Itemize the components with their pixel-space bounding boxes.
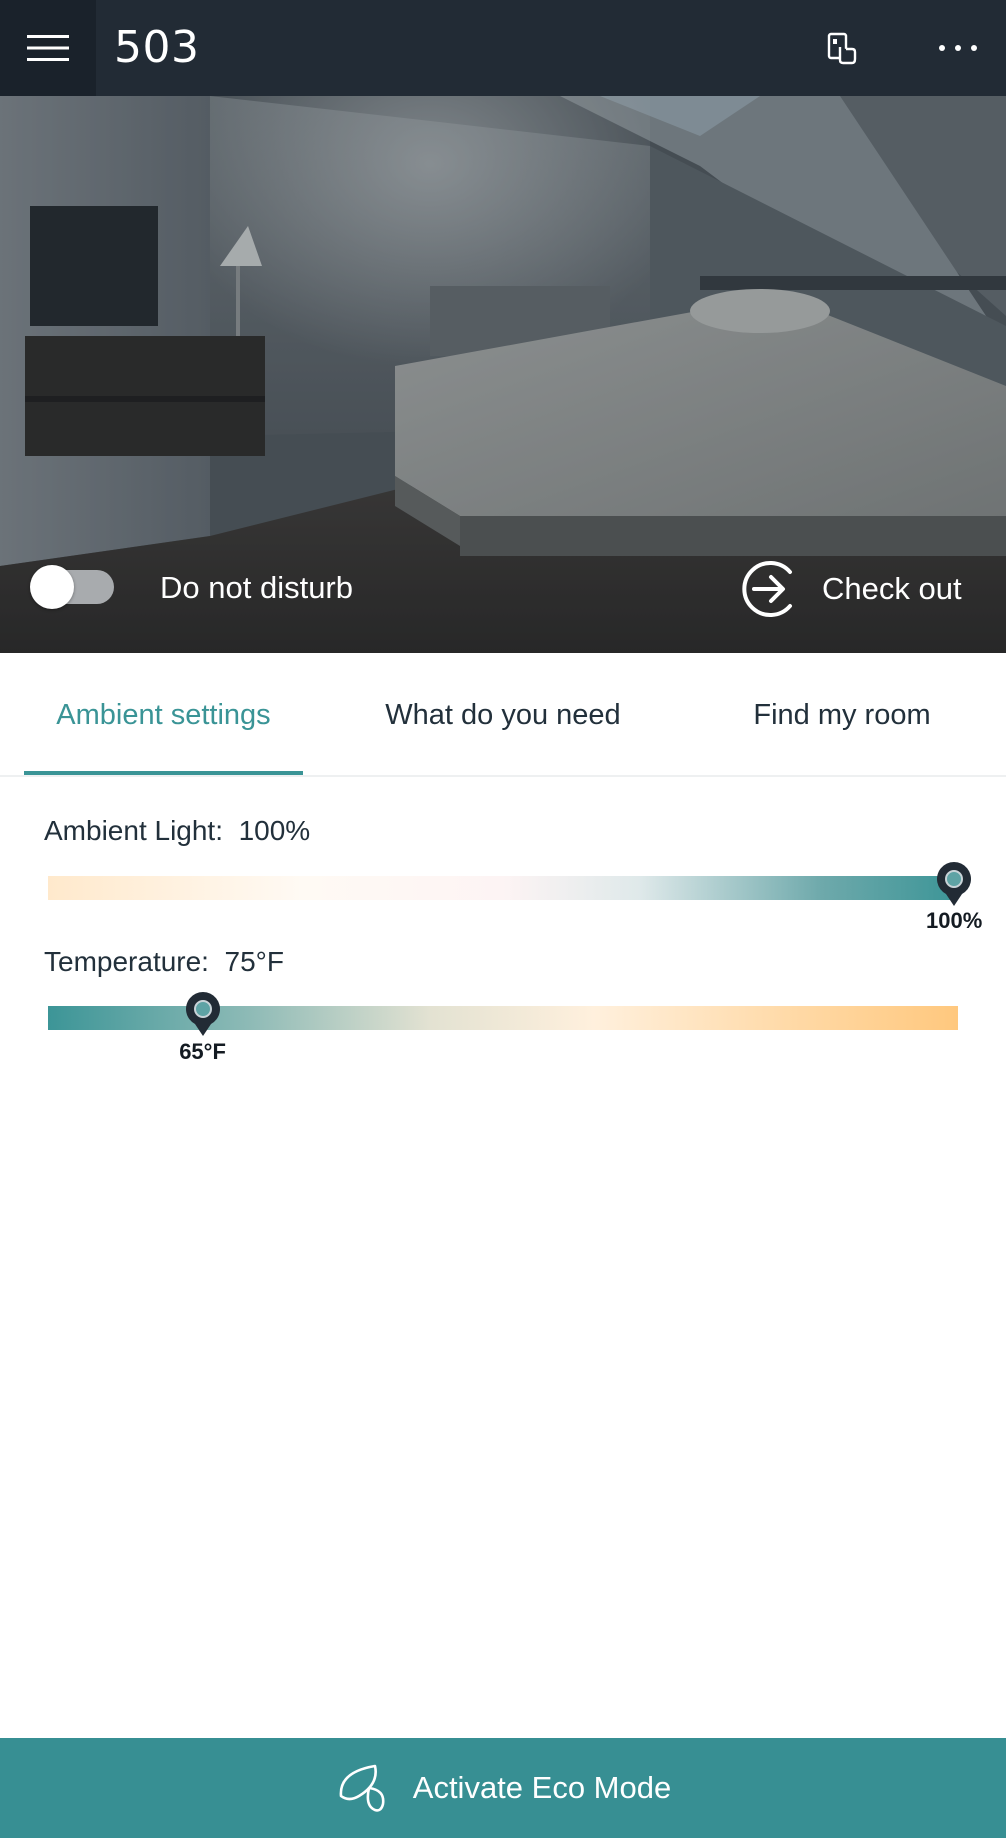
room-number-title: 503	[114, 22, 200, 73]
ambient-light-slider-thumb[interactable]	[934, 860, 974, 908]
temperature-value: 75°F	[224, 946, 284, 977]
toggle-knob	[30, 565, 74, 609]
temperature-slider-thumb[interactable]	[183, 990, 223, 1038]
room-hero-image: Do not disturb Check out	[0, 96, 1006, 653]
check-out-button[interactable]: Check out	[740, 558, 962, 620]
do-not-disturb-label: Do not disturb	[160, 570, 353, 605]
hamburger-menu-icon[interactable]	[0, 0, 96, 96]
temperature-label: Temperature: 75°F	[44, 946, 284, 978]
app-header: 503	[0, 0, 1006, 96]
digital-key-icon[interactable]	[812, 24, 872, 72]
eco-mode-label: Activate Eco Mode	[412, 1770, 672, 1805]
check-out-label: Check out	[822, 571, 962, 606]
tab-ambient-settings[interactable]: Ambient settings	[24, 653, 303, 777]
tab-what-do-you-need[interactable]: What do you need	[338, 653, 668, 777]
temperature-title: Temperature:	[44, 946, 209, 977]
activate-eco-mode-button[interactable]: Activate Eco Mode	[0, 1738, 1006, 1838]
ambient-light-slider-value: 100%	[926, 908, 983, 933]
tab-bar: Ambient settings What do you need Find m…	[0, 653, 1006, 777]
ambient-light-title: Ambient Light:	[44, 815, 223, 846]
leaf-icon	[339, 1764, 385, 1812]
active-tab-indicator	[24, 771, 303, 775]
do-not-disturb-toggle[interactable]	[30, 565, 114, 609]
tab-find-my-room[interactable]: Find my room	[682, 653, 1002, 777]
checkout-arrow-icon	[742, 561, 792, 617]
ambient-light-slider[interactable]	[48, 876, 958, 900]
more-dots-icon[interactable]	[928, 24, 988, 72]
ambient-light-value: 100%	[238, 815, 311, 846]
temperature-slider-value: 65°F	[179, 1039, 226, 1064]
ambient-light-label: Ambient Light: 100%	[44, 815, 310, 847]
